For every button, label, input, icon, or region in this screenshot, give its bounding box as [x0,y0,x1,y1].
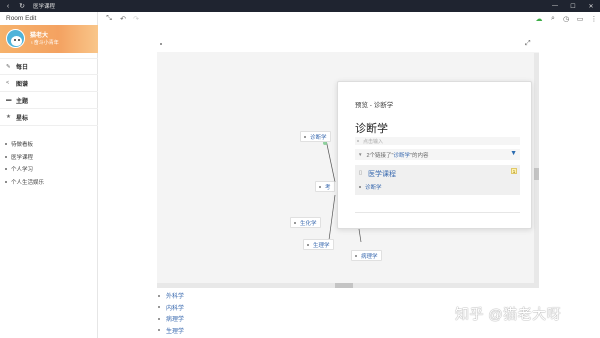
backlinks-header[interactable]: ▼ 2个链接了" 诊断学 "的内容 ▼ [355,149,520,160]
redo-icon[interactable]: ↷ [131,14,141,24]
horizontal-scrollbar[interactable] [157,283,539,288]
document-icon: ▯ [359,170,363,176]
list-item[interactable]: 内科学 [158,302,358,314]
popup-input[interactable]: 点击输入 [355,137,520,145]
sidebar-item-topic[interactable]: ▬ 主题 [0,92,98,109]
sidebar-item-graph[interactable]: < 图谱 [0,75,98,92]
count-badge: 1 [511,168,517,174]
undo-icon[interactable]: ↶ [118,14,128,24]
bullet[interactable] [160,43,162,45]
search-icon[interactable]: ⌕ [548,14,558,24]
graph-node[interactable]: 诊断学 [300,131,331,142]
graph-node[interactable]: 考 [315,181,335,192]
back-icon[interactable]: ‹ [3,0,13,12]
sidebar-item-label: 图谱 [16,81,29,88]
refresh-icon[interactable]: ↻ [17,0,27,12]
vertical-scrollbar[interactable] [534,53,539,286]
graph-node[interactable]: 病理学 [351,250,382,261]
edit-icon: ✎ [6,63,11,70]
profile-name: 猫老大 [30,33,49,39]
toolbar: ⤡ ↶ ↷ ☁ ⌕ ◷ ▭ ⋮ [98,12,600,26]
watermark: 知乎 @猫老大呀 [455,306,562,322]
sidebar: Room Edit 猫老大 ♁奋斗小青年 ✎ 每日 < 图谱 ▬ 主题 ★ 星标… [0,12,98,338]
page-item[interactable]: 个人学习 [0,163,98,176]
page-item[interactable]: 待做看板 [0,138,98,151]
popup-header: 预览 - 诊断学 [355,102,394,109]
graph-node[interactable]: 生理学 [303,239,334,250]
profile-subtitle: ♁奋斗小青年 [30,40,59,46]
cloud-sync-icon[interactable]: ☁ [534,14,544,24]
linked-list: 外科学 内科学 病理学 生理学 [158,290,358,336]
backlink-ref[interactable]: 诊断学 [359,183,382,191]
backlink-title[interactable]: 医学课程 [368,169,396,179]
page-item[interactable]: 医学课程 [0,151,98,164]
maximize-icon[interactable]: ☐ [564,0,582,12]
collapse-icon[interactable]: ⤡ [104,14,114,24]
avatar[interactable] [6,29,25,48]
sidebar-item-starred[interactable]: ★ 星标 [0,109,98,126]
graph-edge [328,194,336,241]
star-icon: ★ [6,114,11,120]
graph-node[interactable]: 生化学 [290,217,321,228]
room-edit-label: Room Edit [6,15,37,22]
caret-down-icon: ▼ [358,152,363,157]
popup-title: 诊断学 [355,123,388,135]
list-item[interactable]: 病理学 [158,313,358,325]
panel-icon[interactable]: ▭ [575,14,585,24]
sidebar-item-label: 主题 [16,98,29,105]
sidebar-nav: ✎ 每日 < 图谱 ▬ 主题 ★ 星标 [0,58,98,126]
preview-popup[interactable]: 预览 - 诊断学 诊断学 点击输入 ▼ 2个链接了" 诊断学 "的内容 ▼ ▯ 医学… [337,81,532,229]
profile-card[interactable]: 猫老大 ♁奋斗小青年 [0,25,98,53]
list-item[interactable]: 生理学 [158,325,358,337]
fullscreen-icon[interactable]: ⤢ [525,40,531,48]
more-icon[interactable]: ⋮ [589,14,599,24]
backlink-card[interactable]: ▯ 医学课程 1 诊断学 [355,165,520,195]
divider [355,212,520,213]
topic-icon: ▬ [6,97,12,103]
history-icon[interactable]: ◷ [561,14,571,24]
page-list: 待做看板 医学课程 个人学习 个人生活娱乐 [0,138,98,188]
sidebar-item-label: 星标 [16,115,29,122]
close-icon[interactable]: ✕ [582,0,600,12]
page-item[interactable]: 个人生活娱乐 [0,176,98,189]
sidebar-item-daily[interactable]: ✎ 每日 [0,58,98,75]
window-title: 医学课程 [33,4,56,10]
minimize-icon[interactable]: — [546,0,564,12]
title-bar: ‹ ↻ 医学课程 — ☐ ✕ [0,0,600,12]
filter-icon[interactable]: ▼ [510,150,517,157]
share-icon: < [6,80,10,86]
list-item[interactable]: 外科学 [158,290,358,302]
sidebar-item-label: 每日 [16,65,29,71]
